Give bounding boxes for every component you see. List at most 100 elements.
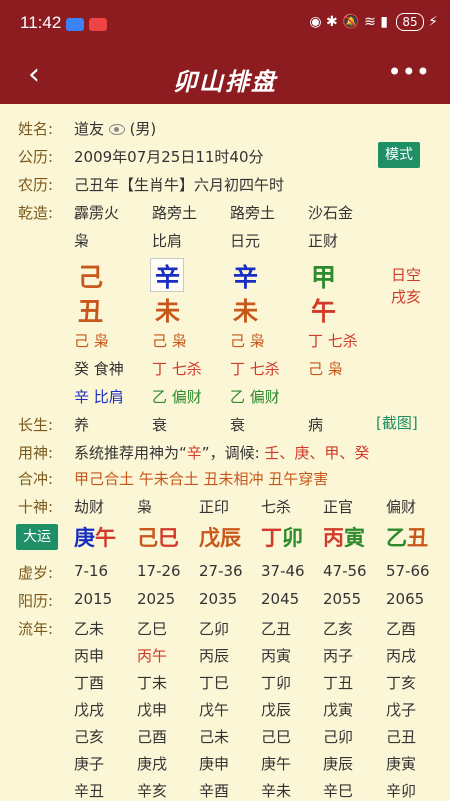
canggan-row-1: 己 枭 己 枭 己 枭 丁 七杀 <box>0 330 450 356</box>
screenshot-link[interactable]: [截图] <box>376 412 418 433</box>
dizhi-day[interactable]: 未 <box>233 292 258 328</box>
dayun-zhi: 卯 <box>282 526 303 550</box>
dayun-gan: 庚 <box>74 526 95 550</box>
liunian-cell[interactable]: 乙酉 <box>386 618 416 639</box>
canggan-cell: 己 枭 <box>152 332 187 350</box>
liunian-cell[interactable]: 庚午 <box>261 753 291 774</box>
liunian-cell[interactable]: 己未 <box>199 726 229 747</box>
liunian-cell[interactable]: 庚戌 <box>137 753 167 774</box>
name-text: 道友 <box>74 120 105 138</box>
liunian-cell[interactable]: 丙寅 <box>261 645 291 666</box>
liunian-cell[interactable]: 丙申 <box>74 645 104 666</box>
liunian-cell[interactable]: 戊寅 <box>323 699 353 720</box>
tiangan-day[interactable]: 辛 <box>233 258 258 294</box>
liunian-cell[interactable]: 戊子 <box>386 699 416 720</box>
dayun-pillar-3[interactable]: 戊辰 <box>199 522 241 552</box>
dayun-pillar-4[interactable]: 丁卯 <box>261 522 303 552</box>
liunian-cell[interactable]: 辛卯 <box>386 780 416 801</box>
status-bar: 11:42 ◉ ✱ 🔕 ≋ ▮ 85 ⚡ <box>0 0 450 48</box>
liunian-cell[interactable]: 戊午 <box>199 699 229 720</box>
more-options-icon[interactable]: ••• <box>388 58 430 86</box>
liunian-cell[interactable]: 乙亥 <box>323 618 353 639</box>
yangli-cell: 2015 <box>74 590 113 608</box>
liunian-cell[interactable]: 乙巳 <box>137 618 167 639</box>
tiangan-month[interactable]: 辛 <box>155 258 180 294</box>
name-label: 姓名: <box>18 120 54 138</box>
dayun-pillar-2[interactable]: 己巳 <box>137 522 179 552</box>
eye-icon[interactable] <box>108 124 125 135</box>
dayun-gan: 己 <box>137 526 158 550</box>
yongshen-text-a: 系统推荐用神为“ <box>74 444 187 462</box>
nayin-cell: 霹雳火 <box>74 204 120 222</box>
xusui-cell: 37-46 <box>261 562 305 580</box>
liunian-cell[interactable]: 丁酉 <box>74 672 104 693</box>
yongshen-text: 系统推荐用神为“辛”，调候: 壬、庚、甲、癸 <box>74 442 369 463</box>
yangli-cell: 2025 <box>137 590 176 608</box>
liunian-cell[interactable]: 己巳 <box>261 726 291 747</box>
liunian-cell[interactable]: 丙午 <box>137 645 167 666</box>
liunian-cell[interactable]: 己丑 <box>386 726 416 747</box>
dizhi-hour[interactable]: 午 <box>311 292 336 328</box>
kongwang-label: 日空 <box>390 266 421 284</box>
canggan-cell: 己 枭 <box>74 332 109 350</box>
canggan-cell: 乙 偏财 <box>152 388 202 406</box>
dayun-button[interactable]: 大运 <box>16 524 58 550</box>
liunian-cell[interactable]: 庚辰 <box>323 753 353 774</box>
liunian-cell[interactable]: 丁未 <box>137 672 167 693</box>
yangli-row: 阳历: 2015 2025 2035 2045 2055 2065 <box>0 590 450 616</box>
dayun-gan: 乙 <box>386 526 407 550</box>
status-time: 11:42 <box>20 13 62 32</box>
dayun-pillar-1[interactable]: 庚午 <box>74 522 116 552</box>
liunian-cell[interactable]: 己酉 <box>137 726 167 747</box>
name-value: 道友 (男) <box>74 118 156 139</box>
dayun-shishen-row: 十神: 劫财 枭 正印 七杀 正官 偏财 <box>0 496 450 522</box>
liunian-cell[interactable]: 乙未 <box>74 618 104 639</box>
zhangsheng-cell: 养 <box>74 416 90 434</box>
liunian-cell[interactable]: 乙丑 <box>261 618 291 639</box>
dayun-shishen-cell: 七杀 <box>261 498 292 516</box>
liunian-cell[interactable]: 辛未 <box>261 780 291 801</box>
dizhi-month[interactable]: 未 <box>155 292 180 328</box>
dayun-gan: 丁 <box>261 526 282 550</box>
liunian-cell[interactable]: 丁亥 <box>386 672 416 693</box>
tiangan-hour[interactable]: 甲 <box>311 258 336 294</box>
liunian-cell[interactable]: 戊戌 <box>74 699 104 720</box>
liunian-cell[interactable]: 丁巳 <box>199 672 229 693</box>
dizhi-year[interactable]: 丑 <box>78 292 103 328</box>
dayun-pillar-6[interactable]: 乙丑 <box>386 522 428 552</box>
liunian-cell[interactable]: 戊辰 <box>261 699 291 720</box>
liunian-cell[interactable]: 丁丑 <box>323 672 353 693</box>
canggan-cell: 丁 七杀 <box>308 332 358 350</box>
liunian-cell[interactable]: 丙辰 <box>199 645 229 666</box>
mode-button[interactable]: 模式 <box>378 142 420 168</box>
dayun-shishen-cell: 正印 <box>199 498 230 516</box>
xusui-row: 虚岁: 7-16 17-26 27-36 37-46 47-56 57-66 <box>0 562 450 588</box>
liunian-cell[interactable]: 丙戌 <box>386 645 416 666</box>
liunian-cell[interactable]: 丙子 <box>323 645 353 666</box>
liunian-cell[interactable]: 庚申 <box>199 753 229 774</box>
dayun-shishen-cell: 劫财 <box>74 498 105 516</box>
liunian-cell[interactable]: 丁卯 <box>261 672 291 693</box>
liunian-cell[interactable]: 庚子 <box>74 753 104 774</box>
mute-icon: 🔕 <box>342 14 360 30</box>
pillar-shishen-cell: 正财 <box>308 232 339 250</box>
liunian-cell[interactable]: 己卯 <box>323 726 353 747</box>
liunian-cell[interactable]: 辛巳 <box>323 780 353 801</box>
dayun-pillar-5[interactable]: 丙寅 <box>323 522 365 552</box>
liunian-cell[interactable]: 辛酉 <box>199 780 229 801</box>
hechong-text: 甲己合土 午未合土 丑未相冲 丑午穿害 <box>74 470 329 488</box>
dayun-zhi: 寅 <box>344 526 365 550</box>
liunian-cell[interactable]: 己亥 <box>74 726 104 747</box>
tiangan-year[interactable]: 己 <box>78 258 103 294</box>
dayun-zhi: 巳 <box>158 526 179 550</box>
lunar-row: 农历: 己丑年【生肖牛】六月初四午时 <box>0 174 450 200</box>
liunian-cell[interactable]: 辛亥 <box>137 780 167 801</box>
battery-icon: 85 <box>396 13 424 31</box>
canggan-cell: 己 枭 <box>308 360 343 378</box>
liunian-cell[interactable]: 庚寅 <box>386 753 416 774</box>
dayun-zhi: 午 <box>95 526 116 550</box>
liunian-cell[interactable]: 辛丑 <box>74 780 104 801</box>
eye-icon: ◉ <box>309 14 322 30</box>
liunian-cell[interactable]: 戊申 <box>137 699 167 720</box>
liunian-cell[interactable]: 乙卯 <box>199 618 229 639</box>
